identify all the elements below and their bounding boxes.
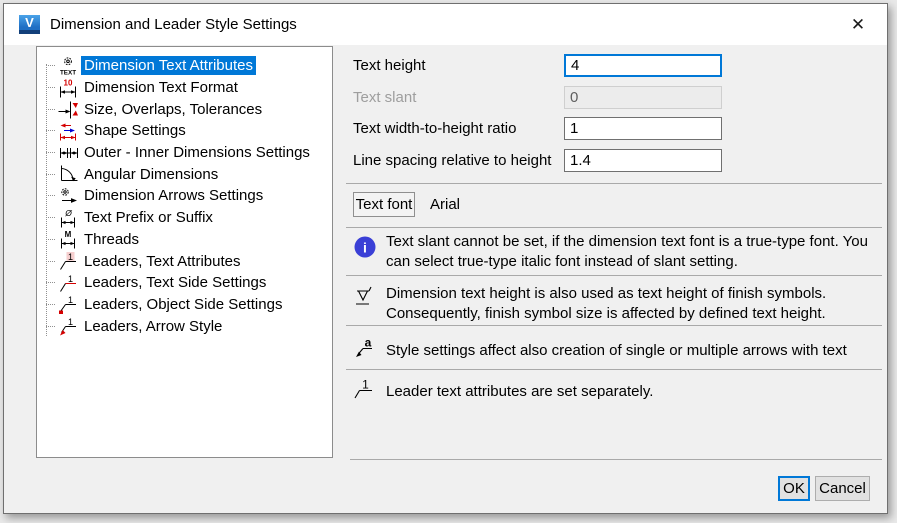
separator: [350, 459, 882, 460]
finish-symbol-icon: [353, 284, 379, 310]
leaders-text-side-icon: 1: [55, 272, 81, 294]
tree-item-label: Shape Settings: [81, 121, 189, 140]
outer-inner-dimensions-icon: [55, 142, 81, 164]
note-leader-attributes: Leader text attributes are set separatel…: [386, 382, 878, 402]
svg-text:i: i: [363, 240, 367, 256]
dimension-arrows-settings-icon: [55, 185, 81, 207]
tree-item-label: Dimension Arrows Settings: [81, 186, 266, 205]
text-slant-input: [564, 86, 722, 109]
varicad-logo-icon: V: [19, 15, 40, 34]
close-icon[interactable]: ✕: [844, 12, 872, 38]
tree-item-leaders-text-side[interactable]: 1 Leaders, Text Side Settings: [37, 272, 332, 294]
svg-text:1: 1: [362, 378, 369, 392]
text-height-label: Text height: [353, 54, 426, 77]
leaders-object-side-icon: 1: [55, 293, 81, 315]
separator: [346, 325, 882, 326]
line-spacing-label: Line spacing relative to height: [353, 149, 551, 172]
tree-item-leaders-arrow-style[interactable]: 1 Leaders, Arrow Style: [37, 315, 332, 337]
svg-text:M: M: [65, 230, 72, 239]
separator: [346, 227, 882, 228]
line-spacing-input[interactable]: [564, 149, 722, 172]
arrow-with-text-icon: a: [353, 337, 379, 363]
size-overlaps-tolerances-icon: [55, 98, 81, 120]
tree-item-dimension-text-format[interactable]: 10 Dimension Text Format: [37, 77, 332, 99]
cancel-button[interactable]: Cancel: [815, 476, 870, 501]
tree-item-label: Outer - Inner Dimensions Settings: [81, 143, 313, 162]
tree-item-label: Leaders, Arrow Style: [81, 317, 225, 336]
svg-text:10: 10: [64, 78, 73, 87]
svg-text:1: 1: [68, 317, 73, 327]
separator: [346, 183, 882, 184]
text-font-value: Arial: [430, 192, 460, 217]
svg-text:1: 1: [68, 274, 73, 284]
tree-item-label: Dimension Text Format: [81, 78, 241, 97]
tree-item-size-overlaps-tolerances[interactable]: Size, Overlaps, Tolerances: [37, 98, 332, 120]
tree-item-text-prefix-suffix[interactable]: Ø Text Prefix or Suffix: [37, 207, 332, 229]
width-to-height-ratio-label: Text width-to-height ratio: [353, 117, 516, 140]
tree-item-shape-settings[interactable]: Shape Settings: [37, 120, 332, 142]
leaders-text-attributes-icon: 1: [55, 250, 81, 272]
angular-dimensions-icon: [55, 163, 81, 185]
tree-item-label: Size, Overlaps, Tolerances: [81, 100, 265, 119]
tree-item-dimension-arrows-settings[interactable]: Dimension Arrows Settings: [37, 185, 332, 207]
tree-item-label: Threads: [81, 230, 142, 249]
tree-item-outer-inner-dimensions[interactable]: Outer - Inner Dimensions Settings: [37, 142, 332, 164]
window-title: Dimension and Leader Style Settings: [50, 16, 297, 33]
separator: [346, 275, 882, 276]
title-bar: V Dimension and Leader Style Settings ✕: [4, 4, 887, 45]
svg-text:1: 1: [68, 252, 73, 262]
tree-item-leaders-object-side[interactable]: 1 Leaders, Object Side Settings: [37, 294, 332, 316]
tree-item-label: Leaders, Text Side Settings: [81, 273, 269, 292]
tree-item-label: Angular Dimensions: [81, 165, 221, 184]
ok-button[interactable]: OK: [778, 476, 810, 501]
leader-icon: 1: [353, 378, 379, 404]
tree-item-leaders-text-attributes[interactable]: 1 Leaders, Text Attributes: [37, 250, 332, 272]
note-arrows-with-text: Style settings affect also creation of s…: [386, 341, 878, 361]
leaders-arrow-style-icon: 1: [55, 315, 81, 337]
width-to-height-ratio-input[interactable]: [564, 117, 722, 140]
text-prefix-suffix-icon: Ø: [55, 207, 81, 229]
svg-text:1: 1: [68, 295, 73, 305]
tree-item-dimension-text-attributes[interactable]: TEXT Dimension Text Attributes: [37, 55, 332, 77]
tree-item-angular-dimensions[interactable]: Angular Dimensions: [37, 163, 332, 185]
tree-item-label: Text Prefix or Suffix: [81, 208, 216, 227]
text-font-button[interactable]: Text font: [353, 192, 415, 217]
text-height-input[interactable]: [564, 54, 722, 77]
shape-settings-icon: [55, 120, 81, 142]
note-finish-symbols: Dimension text height is also used as te…: [386, 284, 878, 323]
threads-icon: M: [55, 228, 81, 250]
dimension-text-format-icon: 10: [55, 77, 81, 99]
separator: [346, 369, 882, 370]
info-icon: i: [353, 235, 379, 261]
settings-category-list: TEXT Dimension Text Attributes 10 Dimens…: [36, 46, 333, 458]
dimension-text-attributes-icon: TEXT: [55, 55, 81, 77]
svg-text:TEXT: TEXT: [60, 69, 76, 76]
text-slant-label: Text slant: [353, 86, 416, 109]
svg-text:a: a: [365, 337, 372, 350]
tree-item-label: Dimension Text Attributes: [81, 56, 256, 75]
tree-item-label: Leaders, Text Attributes: [81, 252, 243, 271]
svg-text:Ø: Ø: [64, 208, 73, 218]
dialog-window: V Dimension and Leader Style Settings ✕ …: [3, 3, 888, 514]
tree-item-threads[interactable]: M Threads: [37, 229, 332, 251]
tree-item-label: Leaders, Object Side Settings: [81, 295, 285, 314]
note-text-slant: Text slant cannot be set, if the dimensi…: [386, 232, 878, 271]
